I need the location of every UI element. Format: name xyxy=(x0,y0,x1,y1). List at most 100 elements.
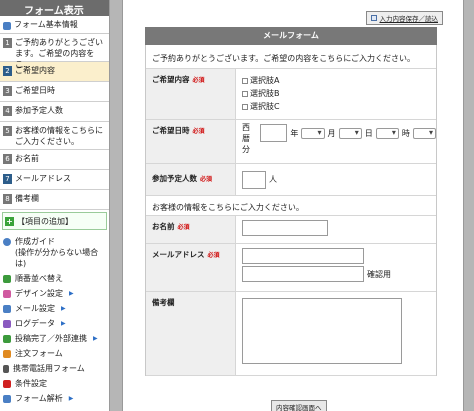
email-confirm-input[interactable] xyxy=(242,266,364,282)
required-badge: 必須 xyxy=(192,77,205,84)
content-label-cell: ご希望内容 必須 xyxy=(146,69,236,119)
form-icon xyxy=(3,21,11,30)
day-label: 日 xyxy=(364,128,373,138)
add-item-button[interactable]: + 【項目の追加】 xyxy=(2,212,107,230)
email-input[interactable] xyxy=(242,248,364,264)
day-select[interactable] xyxy=(338,127,362,139)
option-label: 選択肢A xyxy=(250,76,280,85)
datetime-label-cell: ご希望日時 必須 xyxy=(146,120,236,163)
sidebar-item-notes[interactable]: 8 備考欄 xyxy=(0,190,109,210)
sidebar-link-mobile[interactable]: 携帯電話用フォーム xyxy=(0,361,109,376)
minute-select[interactable] xyxy=(412,127,437,139)
sidebar-link-label: 携帯電話用フォーム xyxy=(13,364,85,373)
era-label: 西暦 xyxy=(242,123,250,143)
year-label: 年 xyxy=(290,128,299,138)
sidebar-item-label: お名前 xyxy=(15,154,39,163)
content-label: ご希望内容 xyxy=(152,75,190,84)
sidebar-item-people[interactable]: 4 参加予定人数 xyxy=(0,102,109,122)
email-field: 確認用 xyxy=(236,244,436,291)
sidebar-item-datetime[interactable]: 3 ご希望日時 xyxy=(0,82,109,102)
sidebar-links: 作成ガイド (操作が分からない場合は) 順番並べ替え デザイン設定 ▶ メール設… xyxy=(0,232,109,406)
item-number-6: 6 xyxy=(3,154,12,164)
design-icon xyxy=(3,290,11,298)
analysis-icon xyxy=(3,395,11,403)
notes-label: 備考欄 xyxy=(152,298,175,307)
checkbox[interactable] xyxy=(242,103,248,110)
content-field: 選択肢A 選択肢B 選択肢C xyxy=(236,69,436,119)
sidebar-form-basic-info[interactable]: フォーム基本情報 xyxy=(0,16,109,34)
sidebar-link-label: 投稿完了／外部連携 xyxy=(15,334,87,343)
sidebar-item-name[interactable]: 6 お名前 xyxy=(0,150,109,170)
sidebar-link-label: 順番並べ替え xyxy=(15,274,63,283)
sort-icon xyxy=(3,275,11,283)
sidebar-link-complete[interactable]: 投稿完了／外部連携 ▶ xyxy=(0,331,109,346)
mail-form: ご予約ありがとうございます。ご希望の内容をこちらにご入力ください。 ご希望内容必… xyxy=(145,45,437,376)
item-number-4: 4 xyxy=(3,106,12,116)
save-load-button[interactable]: 入力内容保存／読込 xyxy=(365,11,443,25)
notes-label-cell: 備考欄 xyxy=(146,292,236,375)
datetime-field: 西暦 年 月 日 時 分 xyxy=(236,120,437,163)
minute-label: 分 xyxy=(242,145,250,154)
people-input[interactable] xyxy=(242,170,266,189)
item-number-3: 3 xyxy=(3,86,12,96)
log-icon xyxy=(3,320,11,328)
row-email: メールアドレス 必須 確認用 xyxy=(146,244,436,292)
people-field: 人 xyxy=(236,164,436,195)
sidebar-item-label: お客様の情報をこちらにご入力ください。 xyxy=(15,126,103,146)
datetime-inputs: 西暦 年 月 日 時 xyxy=(242,123,437,143)
sidebar-link-analysis[interactable]: フォーム解析 ▶ xyxy=(0,391,109,406)
form-title: メールフォーム xyxy=(145,27,437,45)
sidebar-item-label: ご希望内容 xyxy=(15,66,55,75)
sidebar-link-sort[interactable]: 順番並べ替え xyxy=(0,271,109,286)
year-input[interactable] xyxy=(260,124,288,142)
checkbox[interactable] xyxy=(242,77,248,84)
sidebar-link-label: ログデータ xyxy=(15,319,55,328)
sidebar-link-mail[interactable]: メール設定 ▶ xyxy=(0,301,109,316)
plus-icon: + xyxy=(5,216,14,226)
guide-sublabel: (操作が分からない場合は) xyxy=(15,248,99,268)
name-input[interactable] xyxy=(242,220,328,236)
sidebar-link-guide[interactable]: 作成ガイド (操作が分からない場合は) xyxy=(0,234,109,271)
required-badge: 必須 xyxy=(192,128,205,135)
people-label: 参加予定人数 xyxy=(152,174,197,183)
people-label-cell: 参加予定人数 必須 xyxy=(146,164,236,195)
sidebar-item-label: 参加予定人数 xyxy=(15,106,63,115)
sidebar-item-content[interactable]: 2 ご希望内容 xyxy=(0,62,109,82)
item-number-1: 1 xyxy=(3,38,12,48)
row-content: ご希望内容 必須 選択肢A 選択肢B 選択肢C xyxy=(146,69,436,120)
required-badge: 必須 xyxy=(200,176,213,183)
mobile-icon xyxy=(3,365,9,373)
condition-icon xyxy=(3,380,11,388)
checkbox-option-b[interactable]: 選択肢B xyxy=(242,87,436,100)
sidebar-link-design[interactable]: デザイン設定 ▶ xyxy=(0,286,109,301)
sidebar-item-email[interactable]: 7 メールアドレス xyxy=(0,170,109,190)
sidebar-link-log[interactable]: ログデータ ▶ xyxy=(0,316,109,331)
complete-icon xyxy=(3,335,11,343)
help-icon xyxy=(3,238,11,246)
item-number-7: 7 xyxy=(3,174,12,184)
notes-textarea[interactable] xyxy=(242,298,402,364)
sidebar-link-order[interactable]: 注文フォーム xyxy=(0,346,109,361)
checkbox-option-a[interactable]: 選択肢A xyxy=(242,74,436,87)
hour-select[interactable] xyxy=(375,127,399,139)
mail-icon xyxy=(3,305,11,313)
order-icon xyxy=(3,350,11,358)
sidebar-item-intro[interactable]: 1 ご予約ありがとうございます。ご希望の内容をこ... xyxy=(0,34,109,69)
month-select[interactable] xyxy=(301,127,325,139)
sidebar-item-customer-info[interactable]: 5 お客様の情報をこちらにご入力ください。 xyxy=(0,122,109,150)
checkbox-option-c[interactable]: 選択肢C xyxy=(242,100,436,113)
save-load-label: 入力内容保存／読込 xyxy=(379,15,439,23)
sidebar: フォーム表示 フォーム基本情報 1 ご予約ありがとうございます。ご希望の内容をこ… xyxy=(0,0,110,411)
form-intro-text: ご予約ありがとうございます。ご希望の内容をこちらにご入力ください。 xyxy=(146,45,436,69)
row-datetime: ご希望日時必須 西暦 年 月 日 時 分 xyxy=(146,120,437,164)
option-label: 選択肢B xyxy=(250,89,280,98)
row-notes: 備考欄 xyxy=(146,292,436,376)
name-label-cell: お名前 必須 xyxy=(146,216,236,243)
confirm-button[interactable]: 内容確認画面へ xyxy=(271,400,327,411)
checkbox[interactable] xyxy=(242,90,248,97)
option-label: 選択肢C xyxy=(250,102,280,111)
people-unit: 人 xyxy=(269,175,277,184)
hour-label: 時 xyxy=(401,128,410,138)
sidebar-link-condition[interactable]: 条件設定 xyxy=(0,376,109,391)
main-panel: 入力内容保存／読込 メールフォーム ご予約ありがとうございます。ご希望の内容をこ… xyxy=(122,0,464,411)
